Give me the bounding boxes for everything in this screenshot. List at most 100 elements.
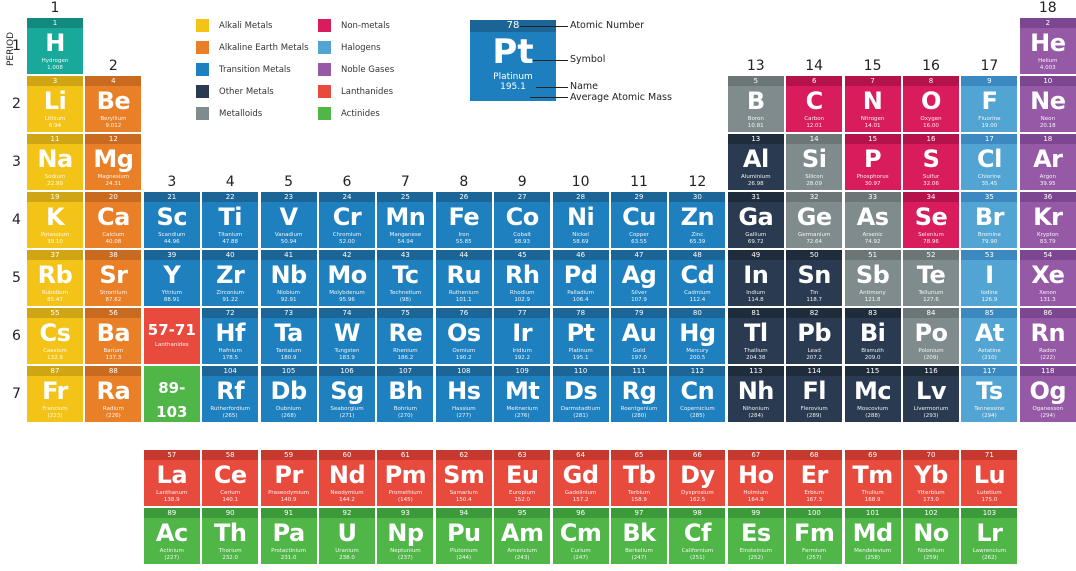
atomic-mass: 4.003 bbox=[1039, 65, 1056, 71]
element-name: Erbium bbox=[804, 490, 824, 496]
atomic-number: 59 bbox=[260, 450, 317, 460]
element-name: Europium bbox=[509, 490, 536, 496]
element-symbol: S bbox=[922, 145, 940, 173]
element-symbol: Dy bbox=[680, 461, 715, 489]
atomic-number: 11 bbox=[27, 134, 83, 144]
key-line bbox=[520, 26, 568, 27]
element-as: 33 As Arsenic 74.92 bbox=[844, 192, 901, 248]
atomic-mass: 204.38 bbox=[746, 355, 766, 361]
atomic-number: 54 bbox=[1019, 250, 1076, 260]
series-label: Lanthanides bbox=[154, 342, 189, 348]
element-name: Technetium bbox=[389, 290, 422, 296]
element-ra: 88 Ra Radium (226) bbox=[85, 366, 142, 422]
element-name: Berkelium bbox=[625, 548, 653, 554]
group-number: 15 bbox=[863, 58, 882, 74]
element-name: Oganesson bbox=[1032, 406, 1064, 412]
element-fe: 26 Fe Iron 55.85 bbox=[435, 192, 492, 248]
atomic-mass: (210) bbox=[981, 355, 997, 361]
atomic-number: 52 bbox=[903, 250, 959, 260]
element-symbol: Mg bbox=[93, 145, 134, 173]
atomic-number: 10 bbox=[1019, 76, 1076, 86]
legend-swatch bbox=[196, 63, 209, 76]
atomic-number: 5 bbox=[727, 76, 784, 86]
element-name: Hassium bbox=[451, 406, 476, 412]
element-ge: 32 Ge Germanium 72.64 bbox=[786, 192, 843, 248]
element-symbol: Cl bbox=[976, 145, 1002, 173]
element-symbol: Hs bbox=[447, 377, 481, 405]
element-name: Sulfur bbox=[922, 174, 940, 180]
legend-label: Lanthanides bbox=[341, 86, 394, 97]
element-symbol: Ge bbox=[796, 203, 832, 231]
element-name: Neodymium bbox=[330, 490, 364, 496]
atomic-number: 104 bbox=[202, 366, 259, 376]
element-name: Lutetium bbox=[977, 490, 1002, 496]
atomic-number: 89 bbox=[143, 508, 200, 518]
period-number: 1 bbox=[12, 38, 21, 54]
atomic-mass: 91.22 bbox=[222, 297, 239, 303]
atomic-mass: (227) bbox=[164, 555, 180, 561]
atomic-mass: (294) bbox=[1040, 413, 1056, 419]
element-symbol: Sc bbox=[156, 203, 188, 231]
atomic-number: 36 bbox=[1019, 192, 1076, 202]
element-name: Plutonium bbox=[449, 548, 478, 554]
element-symbol: Po bbox=[914, 319, 948, 347]
atomic-number: 23 bbox=[260, 192, 317, 202]
atomic-number: 65 bbox=[611, 450, 667, 460]
period-number: 6 bbox=[12, 328, 21, 344]
element-si: 14 Si Silicon 28.09 bbox=[786, 134, 843, 190]
element-symbol: Be bbox=[96, 87, 131, 115]
atomic-mass: 35.45 bbox=[981, 181, 998, 187]
element-symbol: Lv bbox=[916, 377, 946, 405]
element-nh: 113 Nh Nihonium (284) bbox=[727, 366, 784, 422]
element-symbol: Ne bbox=[1030, 87, 1066, 115]
atomic-mass: 88.91 bbox=[163, 297, 180, 303]
element-name: Iron bbox=[458, 232, 470, 238]
atomic-mass: (145) bbox=[397, 497, 413, 503]
element-yb: 70 Yb Ytterbium 173.0 bbox=[903, 450, 959, 506]
element-name: Ruthenium bbox=[448, 290, 479, 296]
atomic-number: 69 bbox=[844, 450, 901, 460]
atomic-number: 99 bbox=[727, 508, 784, 518]
element-symbol: Bh bbox=[388, 377, 423, 405]
atomic-number: 14 bbox=[786, 134, 843, 144]
element-symbol: Mo bbox=[327, 261, 367, 289]
atomic-number: 16 bbox=[903, 134, 959, 144]
atomic-mass: 47.88 bbox=[222, 239, 239, 245]
element-symbol: B bbox=[746, 87, 765, 115]
group-number: 11 bbox=[630, 174, 648, 190]
legend-label: Actinides bbox=[341, 108, 380, 119]
element-name: Palladium bbox=[567, 290, 594, 296]
element-name: Bismuth bbox=[861, 348, 884, 354]
legend-label: Metalloids bbox=[219, 108, 263, 119]
atomic-number: 33 bbox=[844, 192, 901, 202]
element-name: Nitrogen bbox=[860, 116, 885, 122]
atomic-number: 3 bbox=[27, 76, 83, 86]
atomic-mass: 52.00 bbox=[339, 239, 355, 245]
element-name: Thulium bbox=[861, 490, 884, 496]
element-symbol: Sn bbox=[797, 261, 832, 289]
atomic-mass: (226) bbox=[105, 413, 121, 419]
element-name: Copernicium bbox=[680, 406, 715, 412]
atomic-mass: 209.0 bbox=[864, 355, 881, 361]
element-cu: 29 Cu Copper 63.55 bbox=[611, 192, 667, 248]
atomic-mass: 44.96 bbox=[163, 239, 180, 245]
atomic-mass: 150.4 bbox=[455, 497, 472, 503]
element-cl: 17 Cl Chlorine 35.45 bbox=[961, 134, 1018, 190]
element-ga: 31 Ga Gallium 69.72 bbox=[727, 192, 784, 248]
element-symbol: Fe bbox=[448, 203, 480, 231]
element-name: Promethium bbox=[388, 490, 423, 496]
element-name: Dysprosium bbox=[681, 490, 714, 496]
element-symbol: Cu bbox=[622, 203, 656, 231]
element-cd: 48 Cd Cadmium 112.4 bbox=[669, 250, 726, 306]
legend-item-alkali: Alkali Metals bbox=[196, 19, 272, 32]
atomic-mass: (271) bbox=[339, 413, 355, 419]
element-name: Polonium bbox=[918, 348, 944, 354]
atomic-number: 87 bbox=[27, 366, 83, 376]
atomic-number: 63 bbox=[494, 450, 551, 460]
atomic-mass: 12.01 bbox=[806, 123, 823, 129]
element-name: Copper bbox=[629, 232, 649, 238]
element-in: 49 In Indium 114.8 bbox=[727, 250, 784, 306]
atomic-mass: (262) bbox=[981, 555, 997, 561]
atomic-number: 93 bbox=[377, 508, 434, 518]
series-placeholder-actinides: 89-103Actinides bbox=[143, 366, 200, 422]
